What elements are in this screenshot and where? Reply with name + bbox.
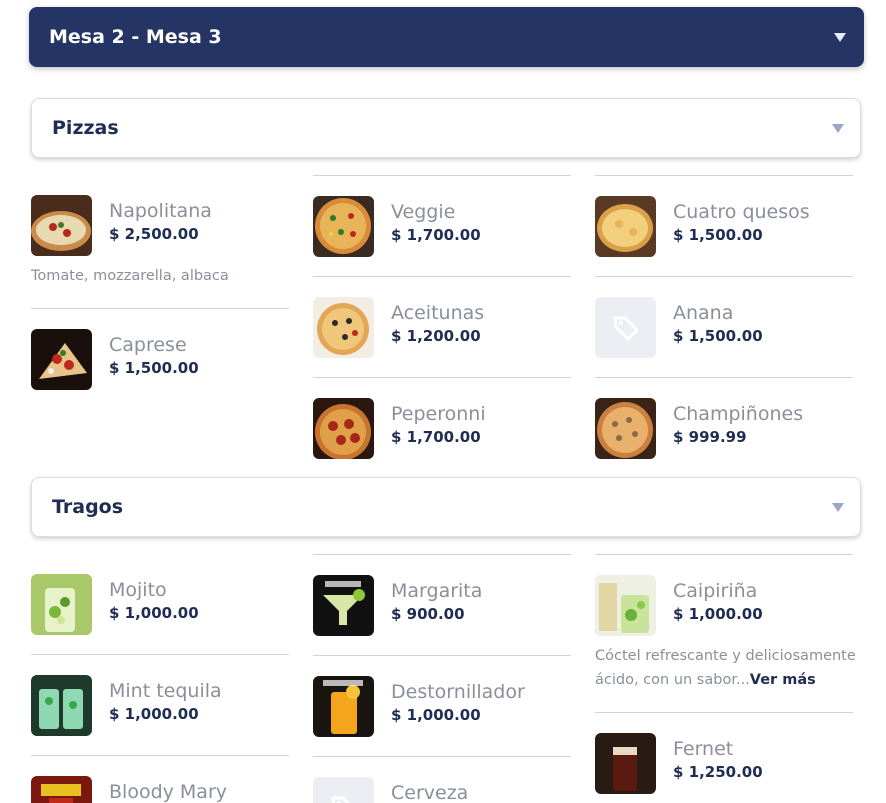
menu-item[interactable]: Anana $ 1,500.00 (595, 297, 855, 359)
menu-item[interactable]: Fernet $ 1,250.00 (595, 733, 855, 795)
menu-item[interactable]: Destornillador $ 1,000.00 (313, 676, 573, 738)
item-price: $ 2,500.00 (109, 225, 199, 243)
drink-destornillador-image (313, 676, 374, 737)
item-price: $ 999.99 (673, 428, 747, 446)
item-name: Cerveza (391, 782, 469, 803)
tag-icon (313, 777, 374, 803)
pizza-aceitunas-image (313, 297, 374, 358)
menu-item[interactable]: Cerveza (313, 777, 573, 803)
category-header-tragos[interactable]: Tragos (31, 477, 861, 537)
menu-item[interactable]: Champiñones $ 999.99 (595, 398, 855, 460)
drink-fernet-image (595, 733, 656, 794)
menu-item[interactable]: Cuatro quesos $ 1,500.00 (595, 196, 855, 258)
item-price: $ 1,000.00 (673, 605, 763, 623)
see-more-link[interactable]: Ver más (750, 672, 816, 688)
menu-item[interactable]: Aceitunas $ 1,200.00 (313, 297, 573, 359)
menu-item[interactable]: Mojito $ 1,000.00 (31, 574, 291, 636)
category-header-pizzas[interactable]: Pizzas (31, 98, 861, 158)
menu-item[interactable]: Peperonni $ 1,700.00 (313, 398, 573, 460)
item-price: $ 1,000.00 (391, 706, 481, 724)
item-name: Peperonni (391, 403, 486, 425)
item-price: $ 1,500.00 (673, 226, 763, 244)
pizza-napolitana-image (31, 195, 92, 256)
menu-item[interactable]: Napolitana $ 2,500.00 (31, 195, 291, 257)
menu-item[interactable]: Veggie $ 1,700.00 (313, 196, 573, 258)
item-name: Fernet (673, 738, 734, 760)
item-price: $ 1,200.00 (391, 327, 481, 345)
drink-margarita-image (313, 575, 374, 636)
item-name: Aceitunas (391, 302, 485, 324)
item-name: Cuatro quesos (673, 201, 810, 223)
item-name: Anana (673, 302, 734, 324)
chevron-down-icon (832, 502, 844, 512)
menu-item[interactable]: Caipiriña $ 1,000.00 (595, 575, 855, 637)
chevron-down-icon (832, 123, 844, 133)
tag-icon (595, 297, 656, 358)
item-name: Veggie (391, 201, 456, 223)
item-name: Destornillador (391, 681, 525, 703)
item-name: Mint tequila (109, 680, 222, 702)
table-selector-label: Mesa 2 - Mesa 3 (49, 26, 222, 48)
drink-bloody-mary-image (31, 776, 92, 803)
drink-caipirina-image (595, 575, 656, 636)
item-name: Caprese (109, 334, 187, 356)
item-price: $ 1,500.00 (109, 359, 199, 377)
menu-item[interactable]: Caprese $ 1,500.00 (31, 329, 291, 391)
item-price: $ 1,700.00 (391, 428, 481, 446)
pizza-cuatro-quesos-image (595, 196, 656, 257)
item-name: Bloody Mary (109, 781, 227, 803)
chevron-down-icon (834, 32, 846, 42)
category-title: Tragos (52, 496, 124, 518)
pizza-champinones-image (595, 398, 656, 459)
item-description: Cóctel refrescante y deliciosamente ácid… (595, 648, 856, 688)
item-price: $ 1,700.00 (391, 226, 481, 244)
item-price: $ 1,500.00 (673, 327, 763, 345)
menu-item[interactable]: Mint tequila $ 1,000.00 (31, 675, 291, 737)
table-selector[interactable]: Mesa 2 - Mesa 3 (29, 7, 864, 67)
category-title: Pizzas (52, 117, 119, 139)
item-price: $ 1,250.00 (673, 763, 763, 781)
menu-item[interactable]: Margarita $ 900.00 (313, 575, 573, 637)
pizza-veggie-image (313, 196, 374, 257)
pizza-peperonni-image (313, 398, 374, 459)
item-price: $ 1,000.00 (109, 705, 199, 723)
drink-mint-tequila-image (31, 675, 92, 736)
drink-mojito-image (31, 574, 92, 635)
item-name: Caipiriña (673, 580, 758, 602)
item-description: Tomate, mozzarella, albaca (31, 268, 229, 284)
item-name: Margarita (391, 580, 483, 602)
item-name: Mojito (109, 579, 167, 601)
menu-item[interactable]: Bloody Mary (31, 776, 291, 803)
item-price: $ 1,000.00 (109, 604, 199, 622)
pizza-caprese-image (31, 329, 92, 390)
item-price: $ 900.00 (391, 605, 465, 623)
item-name: Napolitana (109, 200, 212, 222)
item-name: Champiñones (673, 403, 804, 425)
